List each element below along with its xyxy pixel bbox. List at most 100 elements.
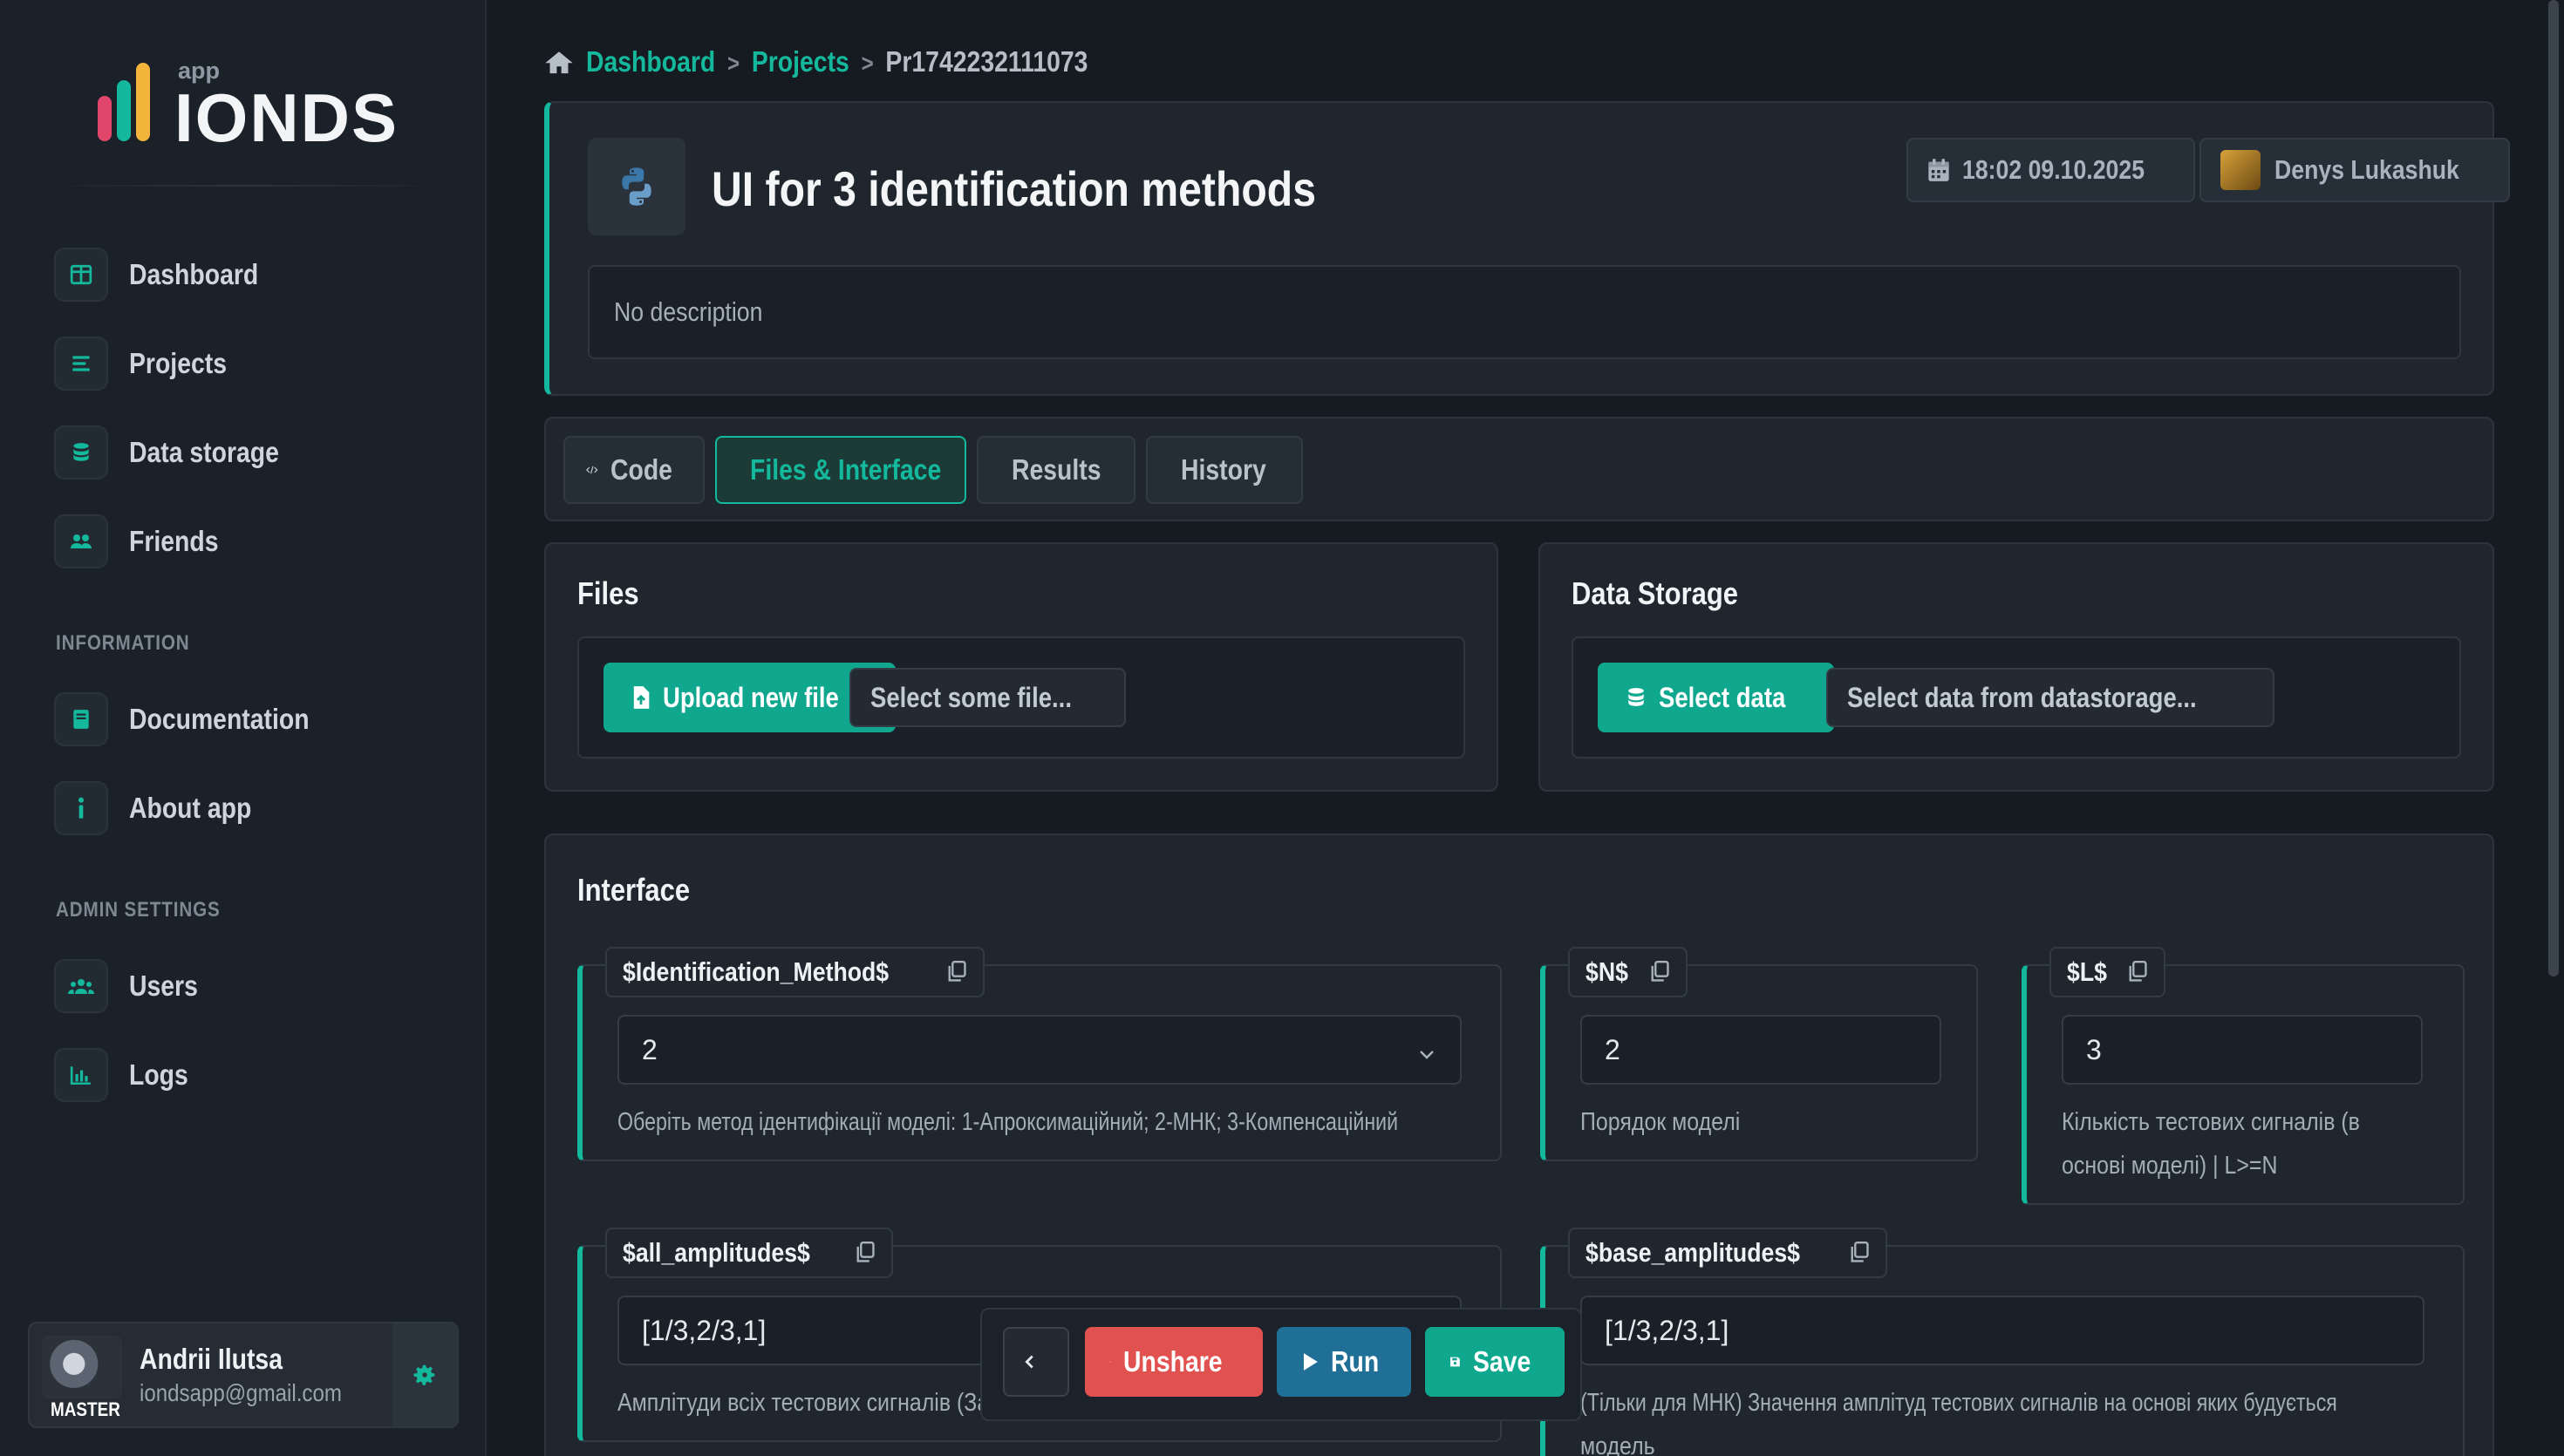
select-from-datastorage-button[interactable]: Select data from datastorage... — [1826, 668, 2274, 727]
logo-bars-icon — [98, 63, 167, 141]
sidebar-item-dashboard[interactable]: Dashboard — [54, 248, 438, 302]
n-input[interactable]: 2 — [1580, 1015, 1941, 1085]
collapse-button[interactable] — [1003, 1327, 1069, 1397]
chevron-down-icon — [1416, 1039, 1437, 1072]
list-icon — [54, 337, 108, 391]
breadcrumb-separator: > — [727, 50, 740, 77]
play-icon — [1303, 1353, 1318, 1371]
owner-avatar — [2220, 150, 2261, 190]
unshare-button[interactable]: Unshare — [1085, 1327, 1263, 1397]
param-help-text: Амплітуди всіх тестових сигналів (За — [617, 1389, 990, 1417]
database-icon — [54, 425, 108, 480]
files-panel: Files Upload new file Select some file..… — [544, 542, 1498, 792]
tab-history[interactable]: History — [1146, 436, 1303, 504]
sidebar-divider — [44, 185, 445, 187]
sidebar-item-projects[interactable]: Projects — [54, 337, 438, 391]
breadcrumb: Dashboard > Projects > Pr1742232111073 — [544, 42, 1169, 82]
tab-results[interactable]: Results — [977, 436, 1135, 504]
code-icon — [586, 466, 598, 474]
param-name-tag: $all_amplitudes$ — [605, 1228, 893, 1278]
sidebar-item-label: About app — [129, 792, 252, 824]
info-icon — [54, 781, 108, 835]
select-file-button[interactable]: Select some file... — [849, 668, 1126, 727]
book-icon — [54, 692, 108, 746]
param-name-tag: $N$ — [1568, 947, 1688, 997]
identification-method-select[interactable]: 2 — [617, 1015, 1462, 1085]
param-help-text: (Тільки для МНК) Значення амплітуд тесто… — [1580, 1389, 2337, 1417]
file-upload-icon — [633, 686, 650, 709]
user-card[interactable]: MASTER Andrii Ilutsa iondsapp@gmail.com — [28, 1322, 459, 1428]
project-datetime: 18:02 09.10.2025 — [1906, 138, 2196, 202]
user-role-badge: MASTER — [51, 1398, 120, 1420]
app-logo[interactable]: app IONDS — [98, 58, 397, 156]
copy-icon[interactable] — [1649, 961, 1670, 983]
home-icon[interactable] — [544, 49, 574, 75]
l-input[interactable]: 3 — [2062, 1015, 2423, 1085]
sidebar-item-label: Friends — [129, 525, 219, 557]
sidebar-item-friends[interactable]: Friends — [54, 514, 438, 568]
sidebar-item-logs[interactable]: Logs — [54, 1048, 438, 1102]
base-amplitudes-input[interactable]: [1/3,2/3,1] — [1580, 1296, 2424, 1365]
project-title: UI for 3 identification methods — [712, 161, 1317, 216]
project-datetime-text: 18:02 09.10.2025 — [1962, 154, 2145, 185]
sidebar-item-data-storage[interactable]: Data storage — [54, 425, 438, 480]
user-email: iondsapp@gmail.com — [140, 1379, 342, 1406]
param-help-text: Порядок моделі — [1580, 1108, 1741, 1136]
sidebar-item-label: Documentation — [129, 703, 310, 735]
save-button[interactable]: Save — [1425, 1327, 1565, 1397]
tabs-bar: Code Files & Interface Results History — [544, 417, 2494, 521]
param-name-tag: $base_amplitudes$ — [1568, 1228, 1888, 1278]
param-n: $N$ 2 Порядок моделі — [1540, 947, 1978, 1161]
sidebar-section-information: INFORMATION — [56, 631, 190, 655]
tab-files-interface[interactable]: Files & Interface — [715, 436, 966, 504]
sidebar-item-users[interactable]: Users — [54, 959, 438, 1013]
sidebar: app IONDS Dashboard Projects Data storag… — [0, 0, 487, 1456]
sidebar-item-label: Projects — [129, 347, 228, 379]
settings-gear-icon[interactable] — [392, 1323, 457, 1426]
param-identification-method: $Identification_Method$ 2 Оберіть метод … — [577, 947, 1502, 1161]
sidebar-item-label: Logs — [129, 1058, 188, 1091]
storage-actions: Select data Select data from datastorage… — [1572, 636, 2461, 759]
chart-icon — [54, 1048, 108, 1102]
unlink-icon — [1109, 1361, 1111, 1363]
files-actions: Upload new file Select some file... — [577, 636, 1465, 759]
breadcrumb-dashboard-link[interactable]: Dashboard — [586, 45, 715, 78]
users-icon — [54, 514, 108, 568]
calendar-icon — [1927, 158, 1950, 182]
dashboard-icon — [54, 248, 108, 302]
page-scrollbar[interactable] — [2548, 0, 2559, 976]
project-owner[interactable]: Denys Lukashuk — [2199, 138, 2511, 202]
tab-code[interactable]: Code — [563, 436, 705, 504]
copy-icon[interactable] — [855, 1242, 876, 1264]
files-title: Files — [577, 575, 639, 611]
param-help-text: модель — [1580, 1432, 1655, 1456]
breadcrumb-projects-link[interactable]: Projects — [752, 45, 849, 78]
project-description: No description — [588, 265, 2461, 359]
param-base-amplitudes: $base_amplitudes$ [1/3,2/3,1] (Тільки дл… — [1540, 1228, 2465, 1456]
users-group-icon — [54, 959, 108, 1013]
data-storage-panel: Data Storage Select data Select data fro… — [1538, 542, 2494, 792]
sidebar-item-documentation[interactable]: Documentation — [54, 692, 438, 746]
avatar — [42, 1336, 122, 1398]
run-button[interactable]: Run — [1277, 1327, 1411, 1397]
select-data-button[interactable]: Select data — [1598, 663, 1834, 732]
breadcrumb-current: Pr1742232111073 — [885, 45, 1088, 78]
sidebar-item-label: Dashboard — [129, 258, 259, 290]
copy-icon[interactable] — [946, 961, 967, 983]
user-name: Andrii Ilutsa — [140, 1343, 283, 1375]
copy-icon[interactable] — [2127, 961, 2148, 983]
python-icon — [588, 138, 685, 235]
param-name-tag: $Identification_Method$ — [605, 947, 985, 997]
copy-icon[interactable] — [1849, 1242, 1870, 1264]
database-icon — [1628, 688, 1644, 706]
floppy-icon — [1450, 1357, 1460, 1367]
project-owner-name: Denys Lukashuk — [2274, 154, 2459, 185]
sidebar-item-label: Users — [129, 970, 198, 1002]
storage-title: Data Storage — [1572, 575, 1738, 611]
param-name-tag: $L$ — [2049, 947, 2166, 997]
chevron-left-icon — [1020, 1352, 1052, 1371]
sidebar-item-about[interactable]: About app — [54, 781, 438, 835]
sidebar-section-admin: ADMIN SETTINGS — [56, 898, 221, 922]
sidebar-item-label: Data storage — [129, 436, 279, 468]
project-header: UI for 3 identification methods 18:02 09… — [544, 101, 2511, 396]
